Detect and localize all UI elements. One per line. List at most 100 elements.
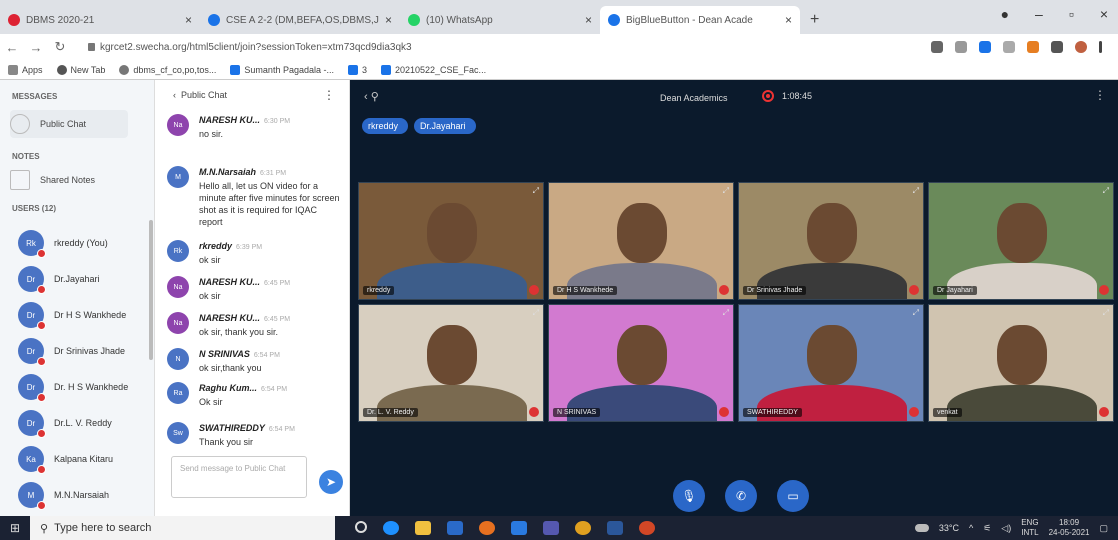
fullscreen-icon[interactable]: ⤢	[723, 186, 729, 196]
chat-message: Ra Raghu Kum... 6:54 PM Ok sir	[167, 382, 342, 408]
video-tile[interactable]: ⤢ venkat	[928, 304, 1114, 422]
fullscreen-icon[interactable]: ⤢	[1103, 186, 1109, 196]
fullscreen-icon[interactable]: ⤢	[533, 186, 539, 196]
video-tile[interactable]: ⤢ Dr H S Wankhede	[548, 182, 734, 300]
user-list-item[interactable]: Dr Dr.L. V. Reddy	[18, 410, 112, 438]
minimize-icon[interactable]: –	[1035, 6, 1043, 22]
bookmark-item[interactable]: Sumanth Pagadala -...	[230, 64, 334, 75]
leave-audio-button[interactable]: ✆	[725, 480, 757, 512]
reload-icon[interactable]: ↻	[48, 39, 72, 55]
folder-icon[interactable]	[415, 521, 431, 535]
windows-start-icon[interactable]: ⊞	[0, 521, 30, 535]
user-list-toggle-icon[interactable]: ‹ ⚲	[364, 90, 379, 103]
message-input[interactable]: Send message to Public Chat	[171, 456, 307, 498]
chat-header[interactable]: ‹ Public Chat	[173, 90, 227, 100]
browser-tab-2[interactable]: CSE A 2-2 (DM,BEFA,OS,DBMS,J ×	[200, 6, 400, 34]
mail-icon[interactable]	[511, 521, 527, 535]
forward-icon[interactable]: →	[24, 40, 48, 55]
user-list-item[interactable]: Dr Dr. H S Wankhede	[18, 374, 128, 402]
video-tile[interactable]: ⤢ Dr Jayahari	[928, 182, 1114, 300]
weather-icon[interactable]	[914, 524, 929, 532]
bookmark-item[interactable]: 3	[347, 64, 367, 75]
muted-mic-icon	[909, 407, 919, 417]
avatar[interactable]	[1075, 41, 1087, 53]
browser-tab-4[interactable]: BigBlueButton - Dean Acade ×	[600, 6, 800, 34]
new-tab-icon[interactable]: +	[810, 11, 819, 29]
firefox-icon[interactable]	[479, 521, 495, 535]
address-bar-row: ← → ↻ kgrcet2.swecha.org/html5client/joi…	[0, 34, 1118, 60]
edge-icon[interactable]	[383, 521, 399, 535]
taskbar-search[interactable]: ⚲ Type here to search	[30, 516, 335, 540]
bookmark-item[interactable]: dbms_cf_co,po,tos...	[119, 64, 216, 75]
back-icon[interactable]: ←	[0, 40, 24, 55]
extension-icon[interactable]	[979, 41, 991, 53]
extension-icon[interactable]	[1003, 41, 1015, 53]
user-list-item[interactable]: Dr Dr Srinivas Jhade	[18, 338, 125, 366]
weather-temp[interactable]: 33°C	[939, 523, 959, 533]
message-time: 6:54 PM	[268, 426, 295, 433]
video-tile[interactable]: ⤢ N SRINIVAS	[548, 304, 734, 422]
star-icon[interactable]	[955, 41, 967, 53]
video-tile[interactable]: ⤢ Dr Srinivas Jhade	[738, 182, 924, 300]
bookmark-item[interactable]: 20210522_CSE_Fac...	[381, 64, 486, 75]
muted-mic-icon	[529, 285, 539, 295]
fullscreen-icon[interactable]: ⤢	[533, 308, 539, 318]
mute-button[interactable]: 🎙	[673, 480, 705, 512]
user-list-item[interactable]: Dr Dr.Jayahari	[18, 266, 100, 294]
extension-icon[interactable]	[931, 41, 943, 53]
video-tile[interactable]: ⤢ rkreddy	[358, 182, 544, 300]
fullscreen-icon[interactable]: ⤢	[1103, 308, 1109, 318]
tray-arrow-icon[interactable]: ^	[969, 523, 973, 533]
store-icon[interactable]	[447, 521, 463, 535]
recording-indicator[interactable]: 1:08:45	[762, 90, 812, 102]
close-tab-icon[interactable]: ×	[585, 13, 592, 27]
options-menu-icon[interactable]: ⋮	[1094, 88, 1106, 102]
public-chat-item[interactable]: Public Chat	[10, 114, 86, 134]
talking-indicator[interactable]: rkreddy	[362, 118, 409, 134]
chrome-icon[interactable]	[575, 521, 591, 535]
user-list-item[interactable]: Ka Kalpana Kitaru	[18, 446, 113, 474]
fullscreen-icon[interactable]: ⤢	[913, 308, 919, 318]
kebab-menu-icon[interactable]: ⋮	[323, 88, 335, 102]
system-tray: 33°C ^ ⚟ ◁) ENG INTL 18:09 24-05-2021 ▢	[914, 516, 1108, 540]
talking-indicator[interactable]: Dr.Jayahari	[414, 118, 476, 134]
volume-icon[interactable]: ◁)	[1001, 523, 1011, 534]
maximize-icon[interactable]: ▫	[1069, 6, 1074, 22]
browser-tab-3[interactable]: (10) WhatsApp ×	[400, 6, 600, 34]
language-indicator[interactable]: ENG INTL	[1021, 518, 1038, 538]
user-list-item[interactable]: Dr Dr H S Wankhede	[18, 302, 126, 330]
teams-icon[interactable]	[543, 521, 559, 535]
chat-message: Na NARESH KU... 6:30 PM no sir.	[167, 114, 342, 140]
url-field[interactable]: kgrcet2.swecha.org/html5client/join?sess…	[88, 42, 931, 53]
network-icon[interactable]: ⚟	[983, 523, 991, 534]
menu-icon[interactable]	[1099, 41, 1102, 53]
video-tile[interactable]: ⤢ SWATHIREDDY	[738, 304, 924, 422]
fullscreen-icon[interactable]: ⤢	[913, 186, 919, 196]
message-time: 6:45 PM	[264, 316, 291, 323]
extension-icon[interactable]	[1027, 41, 1039, 53]
puzzle-icon[interactable]	[1051, 41, 1063, 53]
profile-icon[interactable]: ●	[1001, 6, 1009, 22]
bookmark-item[interactable]: New Tab	[56, 64, 105, 75]
browser-tab-1[interactable]: DBMS 2020-21 ×	[0, 6, 200, 34]
word-icon[interactable]	[607, 521, 623, 535]
powerpoint-icon[interactable]	[639, 521, 655, 535]
close-tab-icon[interactable]: ×	[185, 13, 192, 27]
task-view-icon[interactable]	[355, 521, 367, 533]
close-tab-icon[interactable]: ×	[385, 13, 392, 27]
clock[interactable]: 18:09 24-05-2021	[1049, 518, 1090, 538]
status-dot	[37, 285, 46, 294]
scrollbar[interactable]	[149, 220, 153, 360]
close-window-icon[interactable]: ×	[1100, 6, 1108, 22]
message-text: ok sir	[199, 255, 221, 265]
camera-button[interactable]: ▭	[777, 480, 809, 512]
send-button[interactable]: ➤	[319, 470, 343, 494]
shared-notes-item[interactable]: Shared Notes	[10, 170, 95, 190]
video-tile[interactable]: ⤢ Dr. L. V. Reddy	[358, 304, 544, 422]
fullscreen-icon[interactable]: ⤢	[723, 308, 729, 318]
user-list-item[interactable]: Rk rkreddy (You)	[18, 230, 108, 258]
close-tab-icon[interactable]: ×	[785, 13, 792, 27]
notifications-icon[interactable]: ▢	[1099, 523, 1108, 534]
user-list-item[interactable]: M M.N.Narsaiah	[18, 482, 109, 510]
bookmark-item[interactable]: Apps	[8, 64, 43, 75]
